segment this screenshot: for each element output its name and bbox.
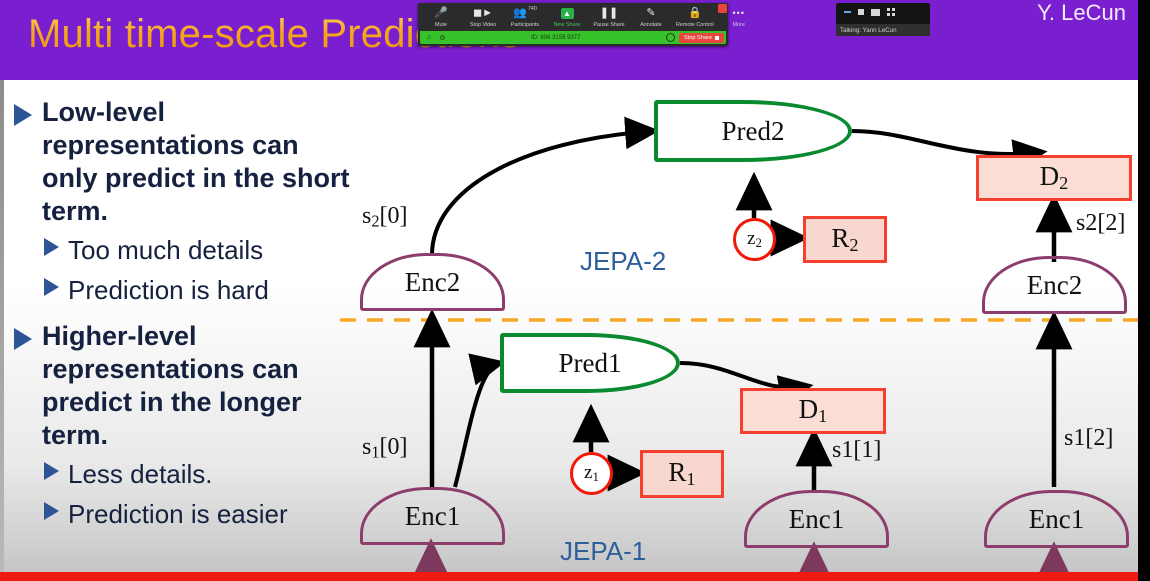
predictor-1-label: Pred1: [558, 347, 622, 378]
meeting-id-label: ID: 896 3158 9377: [531, 34, 581, 41]
encoder-1-left-label: Enc1: [404, 500, 461, 531]
edge-label-s2-0: s2[0]: [362, 203, 408, 231]
zoom-annotate-button[interactable]: ✎ Annotate: [630, 6, 672, 29]
jepa-architecture-diagram: Pred2 D2 z2 R2 Enc2 Enc2 Pred1 D1 z1 R1 …: [0, 0, 1138, 581]
z1-latent-node[interactable]: z1: [570, 452, 613, 495]
zoom-remote-control-label: Remote Control: [676, 22, 714, 28]
pause-icon: ❚❚: [599, 7, 619, 19]
gallery-view-icon[interactable]: [887, 8, 895, 16]
edge-label-s2-2: s2[2]: [1076, 210, 1126, 236]
z2-label: z2: [747, 228, 762, 250]
ellipsis-icon: •••: [732, 8, 745, 18]
diagram-connectors: [340, 116, 1138, 581]
pencil-icon: ✎: [646, 7, 656, 19]
zoom-pause-share-button[interactable]: ❚❚ Pause Share: [588, 6, 630, 29]
participants-count: 740: [527, 5, 537, 12]
zoom-participants-label: Participants: [510, 22, 540, 28]
z2-latent-node[interactable]: z2: [733, 218, 776, 261]
d1-label: D1: [798, 394, 828, 427]
edge-label-s1-2: s1[2]: [1064, 425, 1114, 451]
zoom-mute-button[interactable]: 🎤 Mute: [420, 6, 462, 29]
right-letterbox: [1138, 0, 1150, 581]
r2-regularizer-node[interactable]: R2: [803, 216, 887, 263]
screenshot-root: Multi time-scale Predictions Y. LeCun Lo…: [0, 0, 1150, 581]
zoom-participants-button[interactable]: 👥 740 Participants: [504, 6, 546, 29]
presentation-slide: Multi time-scale Predictions Y. LeCun Lo…: [0, 0, 1138, 581]
zoom-meeting-toolbar[interactable]: 🎤 Mute ◼► Stop Video 👥 740 Participants ▲…: [418, 3, 745, 46]
edge-label-s1-1: s1[1]: [832, 437, 882, 463]
r2-label: R2: [831, 222, 859, 256]
zoom-new-share-button[interactable]: ▲ New Share: [546, 6, 588, 29]
video-camera-icon: ◼►: [472, 7, 494, 19]
jepa-1-section-label: JEPA-1: [560, 536, 647, 566]
stop-share-label: Stop Share: [684, 34, 712, 41]
settings-small-icon[interactable]: ⚙: [439, 34, 445, 42]
minimize-icon[interactable]: [844, 11, 851, 13]
share-up-arrow-icon: ▲: [560, 7, 574, 20]
stop-share-button[interactable]: Stop Share: [679, 32, 724, 43]
d2-label: D2: [1039, 161, 1069, 194]
edge-label-s1-0: s1[0]: [362, 434, 408, 462]
zoom-annotate-label: Annotate: [640, 22, 662, 28]
zoom-new-share-label: New Share: [553, 22, 581, 28]
zoom-alert-badge[interactable]: [718, 4, 727, 13]
talking-indicator: Talking: Yann LeCun: [836, 24, 930, 36]
remote-control-icon: 🔒: [688, 7, 702, 19]
r1-regularizer-node[interactable]: R1: [640, 450, 724, 498]
stop-square-icon: [715, 35, 719, 40]
d2-energy-node[interactable]: D2: [976, 155, 1132, 201]
participants-icon: 👥 740: [513, 5, 537, 19]
video-thumbnail-controls: [836, 3, 930, 16]
zoom-toolbar-buttons: 🎤 Mute ◼► Stop Video 👥 740 Participants ▲…: [418, 3, 745, 31]
predictor-1-node[interactable]: Pred1: [500, 333, 680, 393]
microphone-icon: 🎤: [434, 7, 448, 19]
speaker-view-icon[interactable]: [871, 8, 880, 16]
z1-label: z1: [584, 462, 599, 484]
r1-label: R1: [668, 457, 696, 490]
encoder-1-mid-label: Enc1: [788, 503, 845, 534]
zoom-more-label: More: [732, 22, 745, 28]
encoder-2-right-label: Enc2: [1026, 269, 1083, 300]
zoom-share-status-bar: ♫ ⚙ ID: 896 3158 9377 Stop Share: [420, 31, 726, 44]
zoom-pause-share-label: Pause Share: [593, 22, 625, 28]
small-view-icon[interactable]: [858, 9, 864, 15]
slide-bottom-bar: [0, 572, 1138, 581]
zoom-mute-label: Mute: [435, 22, 447, 28]
zoom-stop-video-button[interactable]: ◼► Stop Video: [462, 6, 504, 29]
zoom-video-thumbnail[interactable]: Talking: Yann LeCun: [836, 3, 930, 36]
zoom-remote-control-button[interactable]: 🔒 Remote Control: [672, 6, 718, 29]
jepa-2-section-label: JEPA-2: [580, 246, 667, 276]
predictor-2-label: Pred2: [721, 115, 785, 146]
microphone-small-icon[interactable]: ♫: [426, 34, 431, 41]
record-circle-icon[interactable]: [666, 33, 675, 42]
encoder-2-left-label: Enc2: [404, 266, 461, 297]
encoder-1-right-label: Enc1: [1028, 503, 1085, 534]
zoom-stop-video-label: Stop Video: [469, 22, 497, 28]
d1-energy-node[interactable]: D1: [740, 388, 886, 434]
